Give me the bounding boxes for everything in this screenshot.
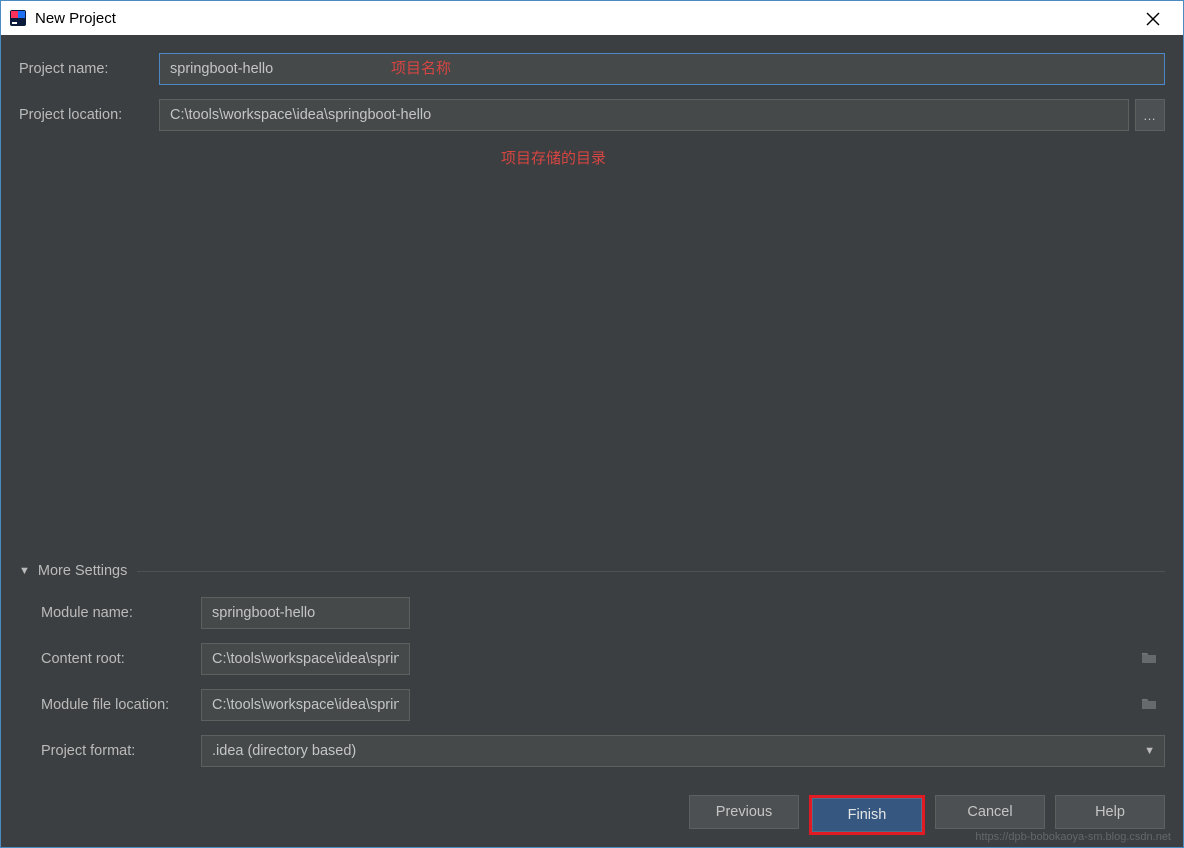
module-file-location-row: Module file location: [41, 689, 1165, 721]
project-name-label: Project name: [19, 61, 159, 77]
module-name-input[interactable] [201, 597, 410, 629]
project-format-row: Project format: .idea (directory based) … [41, 735, 1165, 767]
titlebar: New Project [1, 1, 1183, 35]
browse-location-button[interactable]: … [1135, 99, 1165, 131]
dialog-body: Project name: 项目名称 Project location: … 项… [1, 35, 1183, 847]
more-settings-toggle[interactable]: ▼ More Settings [19, 563, 1165, 579]
button-bar: Previous Finish Cancel Help [19, 795, 1165, 835]
watermark: https://dpb-bobokaoya-sm.blog.csdn.net [975, 831, 1171, 843]
content-root-input[interactable] [201, 643, 410, 675]
close-icon [1146, 12, 1160, 26]
help-button[interactable]: Help [1055, 795, 1165, 829]
cancel-button[interactable]: Cancel [935, 795, 1045, 829]
project-name-input[interactable] [159, 53, 1165, 85]
triangle-down-icon: ▼ [19, 565, 30, 577]
close-button[interactable] [1133, 7, 1173, 31]
previous-button[interactable]: Previous [689, 795, 799, 829]
folder-icon [1141, 650, 1157, 668]
project-location-label: Project location: [19, 107, 159, 123]
chevron-down-icon: ▼ [1144, 745, 1155, 757]
module-file-location-input[interactable] [201, 689, 410, 721]
window-title: New Project [35, 10, 116, 27]
project-location-row: Project location: … [19, 99, 1165, 131]
project-format-select[interactable]: .idea (directory based) [201, 735, 1165, 767]
module-file-location-label: Module file location: [41, 697, 201, 713]
project-format-value: .idea (directory based) [212, 743, 356, 759]
project-name-row: Project name: 项目名称 [19, 53, 1165, 85]
project-location-input[interactable] [159, 99, 1129, 131]
project-format-label: Project format: [41, 743, 201, 759]
content-root-label: Content root: [41, 651, 201, 667]
finish-button[interactable]: Finish [812, 798, 922, 832]
more-settings-label: More Settings [38, 563, 127, 579]
module-name-row: Module name: [41, 597, 1165, 629]
folder-icon [1141, 696, 1157, 714]
finish-highlight: Finish [809, 795, 925, 835]
separator [137, 571, 1165, 572]
intellij-icon [9, 9, 27, 27]
new-project-dialog: New Project Project name: 项目名称 Project l… [0, 0, 1184, 848]
module-name-label: Module name: [41, 605, 201, 621]
more-settings-panel: Module name: Content root: Module file l… [19, 597, 1165, 781]
content-root-row: Content root: [41, 643, 1165, 675]
